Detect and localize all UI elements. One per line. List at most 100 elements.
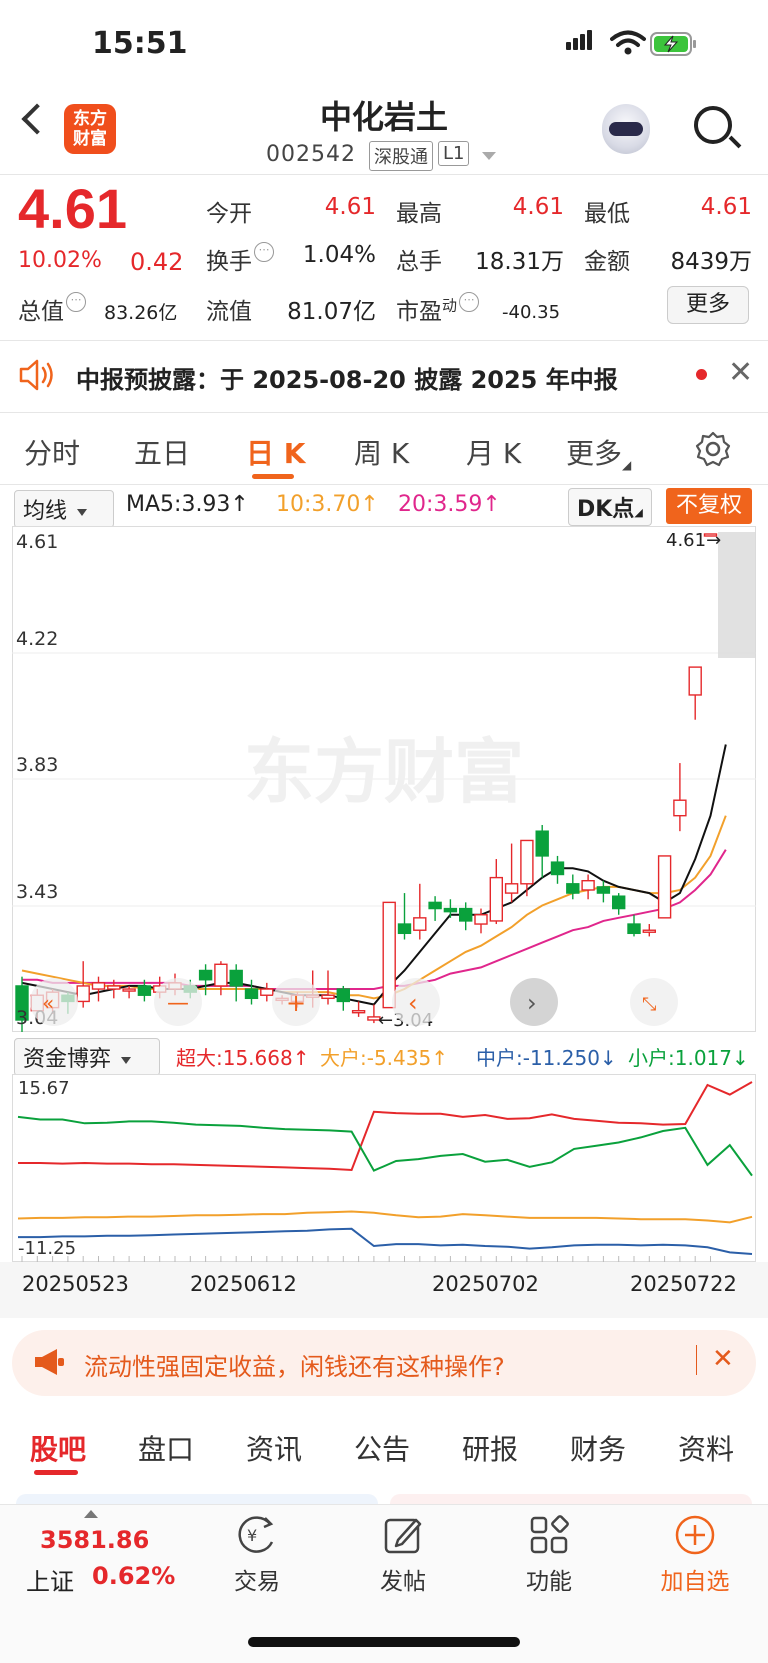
max-price-marker: 4.61→	[666, 530, 721, 551]
megaphone-icon	[35, 1349, 64, 1375]
tab-research[interactable]: 研报	[462, 1428, 518, 1468]
chevron-down-icon	[121, 1056, 132, 1064]
candle-down	[612, 895, 626, 910]
robot-visor	[609, 122, 643, 136]
info-icon[interactable]: ⋯	[254, 242, 274, 262]
turnover-label-text: 换手	[206, 249, 252, 275]
nav-add-watchlist[interactable]: 加自选	[650, 1562, 740, 1596]
kline-chart[interactable]: 东方财富 4.61 4.22 3.83 3.43 3.04 4.61→ ←3.0…	[12, 526, 756, 1032]
info-icon[interactable]: ⋯	[459, 292, 480, 312]
index-name[interactable]: 上证	[26, 1562, 74, 1597]
tab-weekly-k[interactable]: 周 K	[354, 432, 409, 472]
candle-up	[214, 963, 228, 987]
candle-down	[397, 923, 412, 935]
svg-text:‹: ‹	[408, 989, 418, 1017]
candle-up	[107, 985, 121, 990]
compose-icon[interactable]	[382, 1514, 424, 1556]
candle-up	[91, 982, 106, 990]
svg-text:«: «	[42, 991, 54, 1015]
zoom-in-button[interactable]: +	[272, 978, 320, 1026]
capital-flow-chart[interactable]: 15.67 -11.25	[12, 1074, 756, 1262]
tab-profile[interactable]: 资料	[678, 1428, 734, 1468]
capital-y-top: 15.67	[18, 1078, 70, 1099]
candle-up	[581, 880, 595, 891]
nav-functions[interactable]: 功能	[504, 1562, 594, 1596]
volume-value: 18.31万	[475, 249, 564, 275]
candle-down	[336, 988, 350, 1003]
zoom-out-button[interactable]: —	[154, 978, 202, 1026]
candle-up	[321, 994, 335, 1000]
info-icon[interactable]: ⋯	[66, 292, 86, 312]
small-value: 小户:1.017↓	[628, 1046, 749, 1070]
trade-icon[interactable]: ¥	[234, 1514, 278, 1556]
tab-more[interactable]: 更多◢	[566, 432, 631, 472]
assistant-robot-icon[interactable]	[602, 104, 650, 154]
close-icon[interactable]: ✕	[712, 1344, 734, 1374]
indicator-select-label: 均线	[23, 499, 68, 524]
tab-announcements[interactable]: 公告	[354, 1428, 410, 1468]
add-watchlist-icon[interactable]	[674, 1514, 716, 1556]
candle-up	[673, 799, 687, 817]
nav-trade[interactable]: 交易	[212, 1562, 302, 1596]
turnover-value: 1.04%	[302, 242, 376, 268]
capital-indicator-select[interactable]: 资金博弈	[14, 1038, 160, 1076]
volume-label: 总手	[396, 249, 442, 275]
ma5-value: MA5:3.93↑	[126, 492, 249, 517]
scroll-left-fast-button[interactable]: «	[30, 978, 78, 1026]
scroll-left-button[interactable]: ‹	[392, 978, 440, 1026]
home-indicator	[248, 1637, 520, 1647]
dk-point-label: DK点	[577, 497, 635, 522]
tab-five-day[interactable]: 五日	[134, 432, 190, 472]
tab-news[interactable]: 资讯	[246, 1428, 302, 1468]
settings-gear-icon[interactable]	[694, 430, 732, 468]
close-icon[interactable]: ✕	[728, 355, 753, 390]
tab-monthly-k[interactable]: 月 K	[466, 432, 521, 472]
battery-icon	[650, 32, 696, 56]
candle-down	[244, 988, 259, 1000]
tab-pankou[interactable]: 盘口	[138, 1428, 194, 1468]
divider	[0, 484, 768, 485]
search-icon[interactable]	[694, 106, 732, 144]
candle-down	[229, 969, 243, 987]
fullscreen-button[interactable]: ⤡	[630, 978, 678, 1026]
apps-grid-icon[interactable]	[528, 1514, 570, 1556]
tab-intraday[interactable]: 分时	[24, 432, 80, 472]
tab-daily-k[interactable]: 日 K	[246, 432, 305, 472]
tab-more-label: 更多	[566, 437, 623, 470]
nav-post[interactable]: 发帖	[358, 1562, 448, 1596]
status-time: 15:51	[92, 26, 188, 61]
notice-text[interactable]: 中报预披露：于 2025-08-20 披露 2025 年中报	[76, 360, 618, 395]
x-date-label: 20250612	[190, 1272, 297, 1296]
indicator-select[interactable]: 均线	[14, 490, 114, 528]
y-label: 3.43	[16, 881, 58, 903]
divider	[696, 1345, 697, 1375]
mid-value: 中户:-11.250↓	[476, 1046, 617, 1070]
dk-point-select[interactable]: DK点◢	[568, 488, 652, 526]
promo-text[interactable]: 流动性强固定收益，闲钱还有这种操作?	[84, 1347, 505, 1382]
x-date-label: 20250702	[432, 1272, 539, 1296]
candle-down	[535, 830, 549, 857]
divider	[0, 174, 768, 175]
ma10-value: 10:3.70↑	[276, 492, 379, 517]
candle-down	[459, 907, 473, 922]
candle-down	[137, 985, 152, 996]
candle-down	[627, 923, 641, 935]
low-value: 4.61	[700, 194, 752, 220]
candle-up	[489, 876, 503, 922]
tab-finance[interactable]: 财务	[570, 1428, 626, 1468]
no-adjust-button[interactable]: 不复权	[666, 488, 752, 524]
candle-up	[351, 1010, 366, 1014]
market-cap-value: 83.26亿	[104, 302, 178, 324]
chevron-down-icon[interactable]	[482, 152, 496, 160]
tab-guba[interactable]: 股吧	[30, 1428, 86, 1468]
pe-label: 市盈动 ⋯	[396, 292, 480, 326]
change-amount: 0.42	[130, 248, 184, 276]
index-value[interactable]: 3581.86	[40, 1526, 149, 1554]
index-change[interactable]: 0.62%	[92, 1562, 175, 1590]
wifi-icon	[610, 30, 646, 55]
scroll-right-button[interactable]: ›	[510, 978, 558, 1026]
pe-label-text: 市盈	[396, 299, 442, 325]
more-button[interactable]: 更多	[667, 286, 749, 324]
y-label-max: 4.61	[16, 531, 58, 553]
stock-name: 中化岩土	[319, 98, 448, 136]
